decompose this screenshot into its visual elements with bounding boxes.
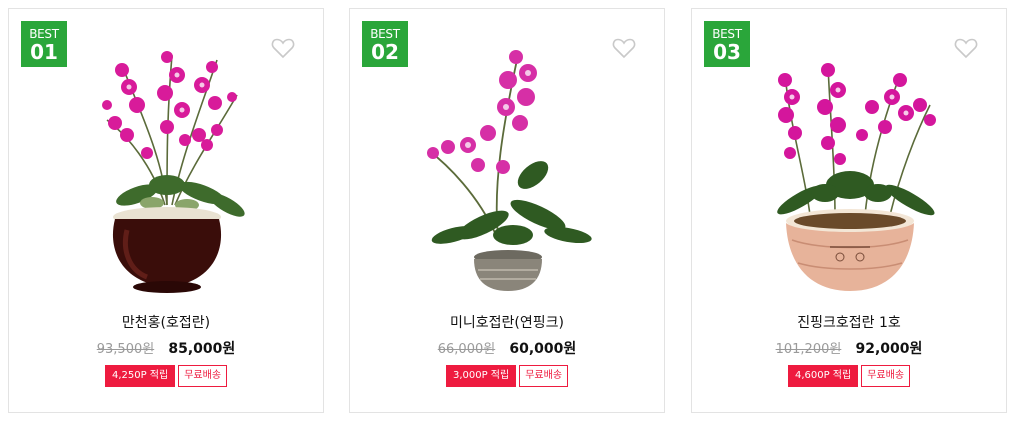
heart-outline-icon[interactable] [612, 37, 636, 59]
original-price: 93,500원 [96, 342, 155, 357]
orchid-small-pot-image[interactable] [408, 35, 608, 297]
price-row: 93,500원 85,000원 [9, 339, 323, 360]
heart-outline-icon[interactable] [271, 37, 295, 59]
orchid-dark-pot-image[interactable] [67, 35, 267, 297]
best-rank-badge: BEST 02 [362, 21, 408, 67]
product-name[interactable]: 만천홍(호접란) [9, 313, 323, 333]
product-card-1[interactable]: BEST 01 만천홍(호접란) 93,500원 85,000원 4,250P … [8, 8, 324, 413]
badge-rank-number: 02 [371, 40, 399, 64]
original-price: 66,000원 [437, 342, 496, 357]
badge-rank-number: 01 [30, 40, 58, 64]
tag-row: 4,600P 적립 무료배송 [692, 365, 1006, 387]
badge-best-label: BEST [29, 27, 59, 41]
badge-best-label: BEST [712, 27, 742, 41]
point-reward-tag: 4,250P 적립 [104, 365, 176, 387]
product-card-2[interactable]: BEST 02 미니호접란(연핑크) 66,000원 60,000원 3,000… [349, 8, 665, 413]
tag-row: 4,250P 적립 무료배송 [9, 365, 323, 387]
point-reward-tag: 4,600P 적립 [787, 365, 859, 387]
sale-price: 85,000원 [168, 341, 236, 357]
free-shipping-tag: 무료배송 [519, 365, 569, 387]
best-rank-badge: BEST 03 [704, 21, 750, 67]
point-reward-tag: 3,000P 적립 [445, 365, 517, 387]
free-shipping-tag: 무료배송 [861, 365, 911, 387]
badge-rank-number: 03 [713, 40, 741, 64]
original-price: 101,200원 [775, 342, 842, 357]
badge-best-label: BEST [370, 27, 400, 41]
product-name[interactable]: 진핑크호접란 1호 [692, 313, 1006, 333]
price-row: 66,000원 60,000원 [350, 339, 664, 360]
price-row: 101,200원 92,000원 [692, 339, 1006, 360]
best-rank-badge: BEST 01 [21, 21, 67, 67]
product-name[interactable]: 미니호접란(연핑크) [350, 313, 664, 333]
sale-price: 92,000원 [855, 341, 923, 357]
heart-outline-icon[interactable] [954, 37, 978, 59]
orchid-ceramic-bowl-image[interactable] [750, 35, 950, 297]
tag-row: 3,000P 적립 무료배송 [350, 365, 664, 387]
product-card-3[interactable]: BEST 03 진핑크호접란 1호 101,200원 92,000원 4,600… [691, 8, 1007, 413]
sale-price: 60,000원 [509, 341, 577, 357]
free-shipping-tag: 무료배송 [178, 365, 228, 387]
